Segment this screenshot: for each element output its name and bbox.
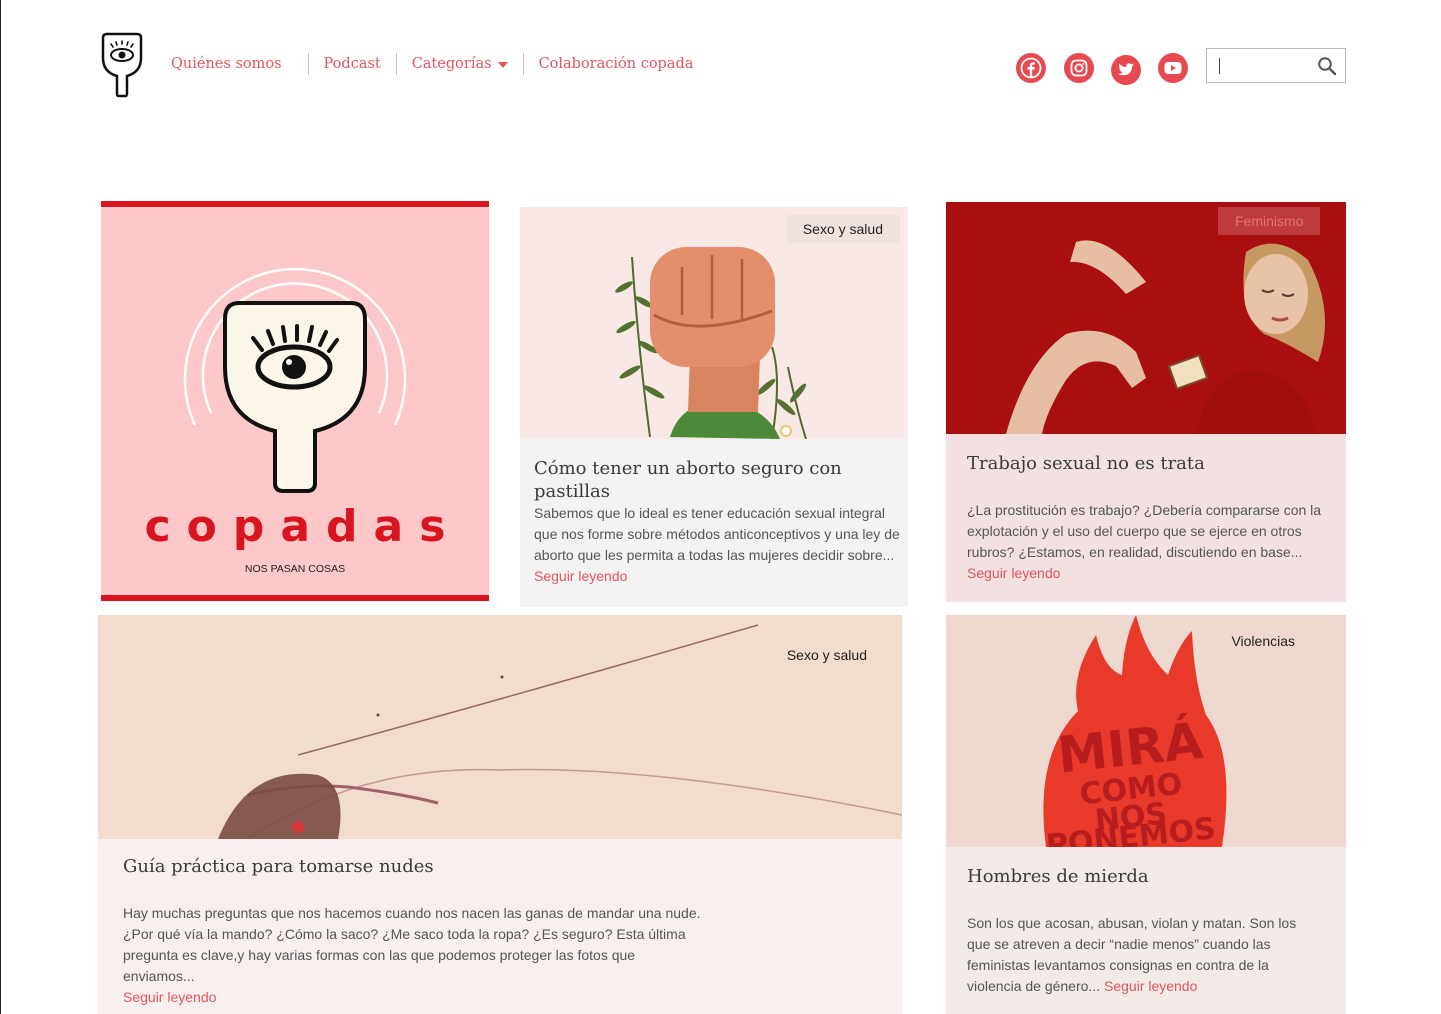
read-more-link[interactable]: Seguir leyendo [123,989,216,1005]
twitter-icon [1118,63,1134,76]
article-excerpt: Hay muchas preguntas que nos hacemos cua… [123,905,701,984]
article-excerpt: Sabemos que lo ideal es tener educación … [534,505,900,563]
text-cursor [1219,58,1220,74]
podcast-cover-card[interactable]: copadas NOS PASAN COSAS [101,201,489,601]
youtube-icon [1164,62,1182,74]
podcast-wordmark: copadas [144,501,462,552]
article-title[interactable]: Guía práctica para tomarse nudes [123,855,702,878]
podcast-cover-art [183,268,407,493]
article-title[interactable]: Trabajo sexual no es trata [967,452,1326,475]
facebook-icon [1020,57,1042,79]
search-icon[interactable] [1317,56,1337,76]
article-text: Hombres de mierda Son los que acosan, ab… [946,847,1346,1014]
facebook-link[interactable] [1016,53,1046,83]
youtube-link[interactable] [1158,53,1188,83]
nav-colaboracion-copada[interactable]: Colaboración copada [522,53,709,75]
search-input[interactable] [1207,49,1312,82]
nav-quienes-somos[interactable]: Quiénes somos [171,53,308,75]
instagram-link[interactable] [1064,53,1094,83]
main-nav: Quiénes somos Podcast Categorías Colabor… [171,52,708,76]
category-badge[interactable]: Sexo y salud [770,641,884,669]
chevron-down-icon [497,62,508,68]
article-image-illustration [946,202,1346,434]
article-excerpt: Son los que acosan, abusan, violan y mat… [967,913,1322,997]
read-more-link[interactable]: Seguir leyendo [1104,978,1197,994]
category-badge[interactable]: Sexo y salud [785,215,900,243]
article-card-trabajo-sexual[interactable]: Feminismo Trabajo sexual no es trata ¿La… [946,202,1346,602]
twitter-link[interactable] [1111,55,1141,85]
article-text: Cómo tener un aborto seguro con pastilla… [520,439,908,607]
nav-categorias[interactable]: Categorías [395,53,523,75]
article-card-nudes[interactable]: Sexo y salud Guía práctica para tomarse … [98,615,902,1014]
copadas-logo[interactable] [97,32,147,98]
search-box [1206,48,1346,83]
article-card-aborto[interactable]: Sexo y salud Cómo tener un aborto seguro… [520,207,908,607]
category-badge[interactable]: Violencias [1214,627,1312,655]
nav-categorias-label: Categorías [411,56,492,72]
read-more-link[interactable]: Seguir leyendo [967,565,1060,581]
article-title[interactable]: Cómo tener un aborto seguro con pastilla… [534,457,902,503]
instagram-icon [1070,59,1088,77]
article-excerpt: ¿La prostitución es trabajo? ¿Debería co… [967,502,1322,560]
article-card-hombres[interactable]: MIRÁ COMO NOS PONEMOS Violencias Hombres… [946,615,1346,1014]
article-title[interactable]: Hombres de mierda [967,865,1322,888]
read-more-link[interactable]: Seguir leyendo [534,568,627,584]
article-text: Trabajo sexual no es trata ¿La prostituc… [946,434,1346,602]
podcast-subtitle: NOS PASAN COSAS [244,563,346,575]
article-text: Guía práctica para tomarse nudes Hay muc… [98,839,902,1014]
category-badge[interactable]: Feminismo [1218,207,1321,235]
nav-podcast[interactable]: Podcast [307,53,396,75]
